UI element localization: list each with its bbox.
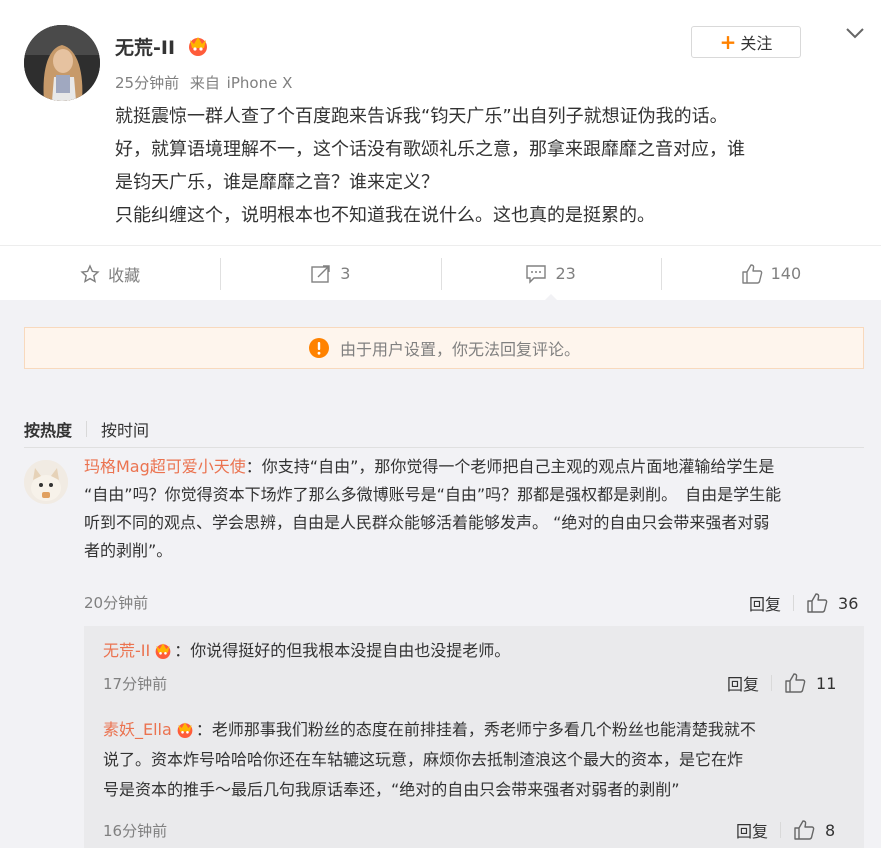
thumbs-up-icon: [785, 673, 806, 693]
comment-username[interactable]: 玛格Mag超可爱小天使: [84, 457, 246, 476]
post-text-line: 是钧天广乐，谁是靡靡之音？谁来定义？: [115, 172, 439, 193]
repost-button[interactable]: 3: [220, 246, 440, 301]
reply-line: 号是资本的推手～最后几句我原话奉还，“绝对的自由只会带来强者对弱者的剥削”: [103, 780, 680, 799]
post-source: iPhone X: [226, 74, 293, 92]
sort-divider: [86, 421, 88, 437]
comment-line-text: ：你支持“自由”，那你觉得一个老师把自己主观的观点片面地灌输给学生是: [245, 457, 775, 476]
reply-text: 素妖_Ella ：老师那事我们粉丝的态度在前排挂着，秀老师宁多看几个粉丝也能清楚我…: [103, 715, 855, 805]
notice-text: 由于用户设置，你无法回复评论。: [339, 340, 580, 359]
reply-like-count: 11: [816, 673, 837, 693]
comment-reply-button[interactable]: 回复: [749, 591, 781, 615]
post-text: 就挺震惊一群人查了个百度跑来告诉我“钧天广乐”出自列子就想证伪我的话。 好，就算…: [115, 100, 860, 232]
star-icon: [80, 263, 100, 283]
comment-sort-bar: 按热度 按时间: [24, 417, 149, 441]
reply-username[interactable]: 素妖_Ella: [103, 720, 172, 739]
repost-icon: [311, 264, 330, 283]
reply-line: 说了。资本炸号哈哈哈你还在车轱辘这玩意，麻烦你去抵制渣浪这个最大的资本，是它在炸: [103, 750, 744, 769]
weibo-post-card: 无荒-II 25分钟前 来自 iPhone X + 关注 就挺震惊一群人查了个百…: [0, 0, 881, 301]
thumbs-up-icon: [807, 593, 828, 613]
post-action-bar: 收藏 3 23 140: [0, 245, 881, 301]
favorite-label: 收藏: [108, 265, 141, 285]
author-name[interactable]: 无荒-II: [115, 33, 175, 60]
reply-text: 无荒-II ：你说得挺好的但我根本没提自由也没提老师。: [103, 636, 855, 666]
chevron-down-icon[interactable]: [845, 26, 865, 40]
action-divider: [771, 675, 773, 691]
favorite-button[interactable]: 收藏: [0, 246, 220, 301]
vip-crown-badge-icon: [189, 37, 207, 56]
commenter-avatar[interactable]: [24, 460, 68, 504]
reply-line-text: ：老师那事我们粉丝的态度在前排挂着，秀老师宁多看几个粉丝也能清楚我就不: [195, 720, 756, 739]
plus-icon: +: [719, 30, 737, 54]
reply-like-count: 8: [825, 820, 836, 840]
comment-button[interactable]: 23: [440, 246, 661, 301]
comment-like-count: 36: [838, 593, 859, 613]
post-time[interactable]: 25分钟前: [115, 74, 179, 92]
vip-crown-badge-icon: [155, 643, 171, 659]
reply-username[interactable]: 无荒-II: [103, 641, 150, 660]
follow-label: 关注: [740, 34, 773, 53]
sort-by-hot-tab[interactable]: 按热度: [24, 417, 72, 441]
sort-by-time-tab[interactable]: 按时间: [101, 417, 149, 441]
comment-time: 20分钟前: [84, 594, 149, 612]
post-text-line: 就挺震惊一群人查了个百度跑来告诉我“钧天广乐”出自列子就想证伪我的话。: [115, 106, 728, 127]
reply-time: 16分钟前: [103, 822, 168, 840]
comment-count: 23: [555, 264, 576, 283]
reply-line: 素妖_Ella ：老师那事我们粉丝的态度在前排挂着，秀老师宁多看几个粉丝也能清楚我…: [103, 715, 855, 745]
reply-reply-button[interactable]: 回复: [736, 818, 768, 842]
action-divider: [793, 595, 795, 611]
post-meta: 25分钟前 来自 iPhone X: [115, 72, 292, 93]
comment-icon: [526, 264, 547, 284]
post-text-line: 好，就算语境理解不一，这个话没有歌颂礼乐之意，那拿来跟靡靡之音对应，谁: [115, 139, 745, 160]
reply-line-text: ：你说得挺好的但我根本没提自由也没提老师。: [174, 641, 511, 660]
reply-thread: 无荒-II ：你说得挺好的但我根本没提自由也没提老师。 17分钟前 回复 11 素…: [84, 626, 864, 848]
comment-line: 者的剥削”。: [84, 541, 173, 560]
follow-button[interactable]: + 关注: [691, 26, 801, 58]
reply-actions: 回复 11: [727, 671, 836, 695]
like-count: 140: [770, 264, 802, 283]
like-button[interactable]: 140: [660, 246, 881, 301]
author-avatar[interactable]: [24, 25, 100, 101]
thumbs-up-icon: [741, 263, 762, 284]
reply-time: 17分钟前: [103, 675, 168, 693]
comment-line: 玛格Mag超可爱小天使：你支持“自由”，那你觉得一个老师把自己主观的观点片面地灌…: [84, 453, 864, 481]
reply-actions: 回复 8: [736, 818, 835, 842]
comment-text: 玛格Mag超可爱小天使：你支持“自由”，那你觉得一个老师把自己主观的观点片面地灌…: [84, 453, 864, 565]
action-divider: [780, 822, 782, 838]
thumbs-up-icon: [794, 820, 815, 840]
divider: [24, 447, 864, 448]
comment-line: “自由”吗？你觉得资本下场炸了那么多微博账号是“自由”吗？那都是强权都是剥削。 …: [84, 485, 782, 504]
repost-count: 3: [340, 264, 351, 283]
comment-line: 听到不同的观点、学会思辨，自由是人民群众能够活着能够发声。 “绝对的自由只会带来…: [84, 513, 770, 532]
reply-reply-button[interactable]: 回复: [727, 671, 759, 695]
source-prefix: 来自: [189, 74, 220, 92]
post-text-line: 只能纠缠这个，说明根本也不知道我在说什么。这也真的是挺累的。: [115, 205, 655, 226]
reply-like-button[interactable]: 8: [793, 819, 835, 841]
reply-like-button[interactable]: 11: [784, 672, 836, 694]
reply-restriction-notice: 由于用户设置，你无法回复评论。: [24, 327, 864, 369]
comment-like-button[interactable]: 36: [806, 592, 858, 614]
warning-icon: [308, 338, 329, 358]
vip-crown-badge-icon: [177, 722, 193, 738]
comment-actions: 回复 36: [749, 591, 858, 615]
